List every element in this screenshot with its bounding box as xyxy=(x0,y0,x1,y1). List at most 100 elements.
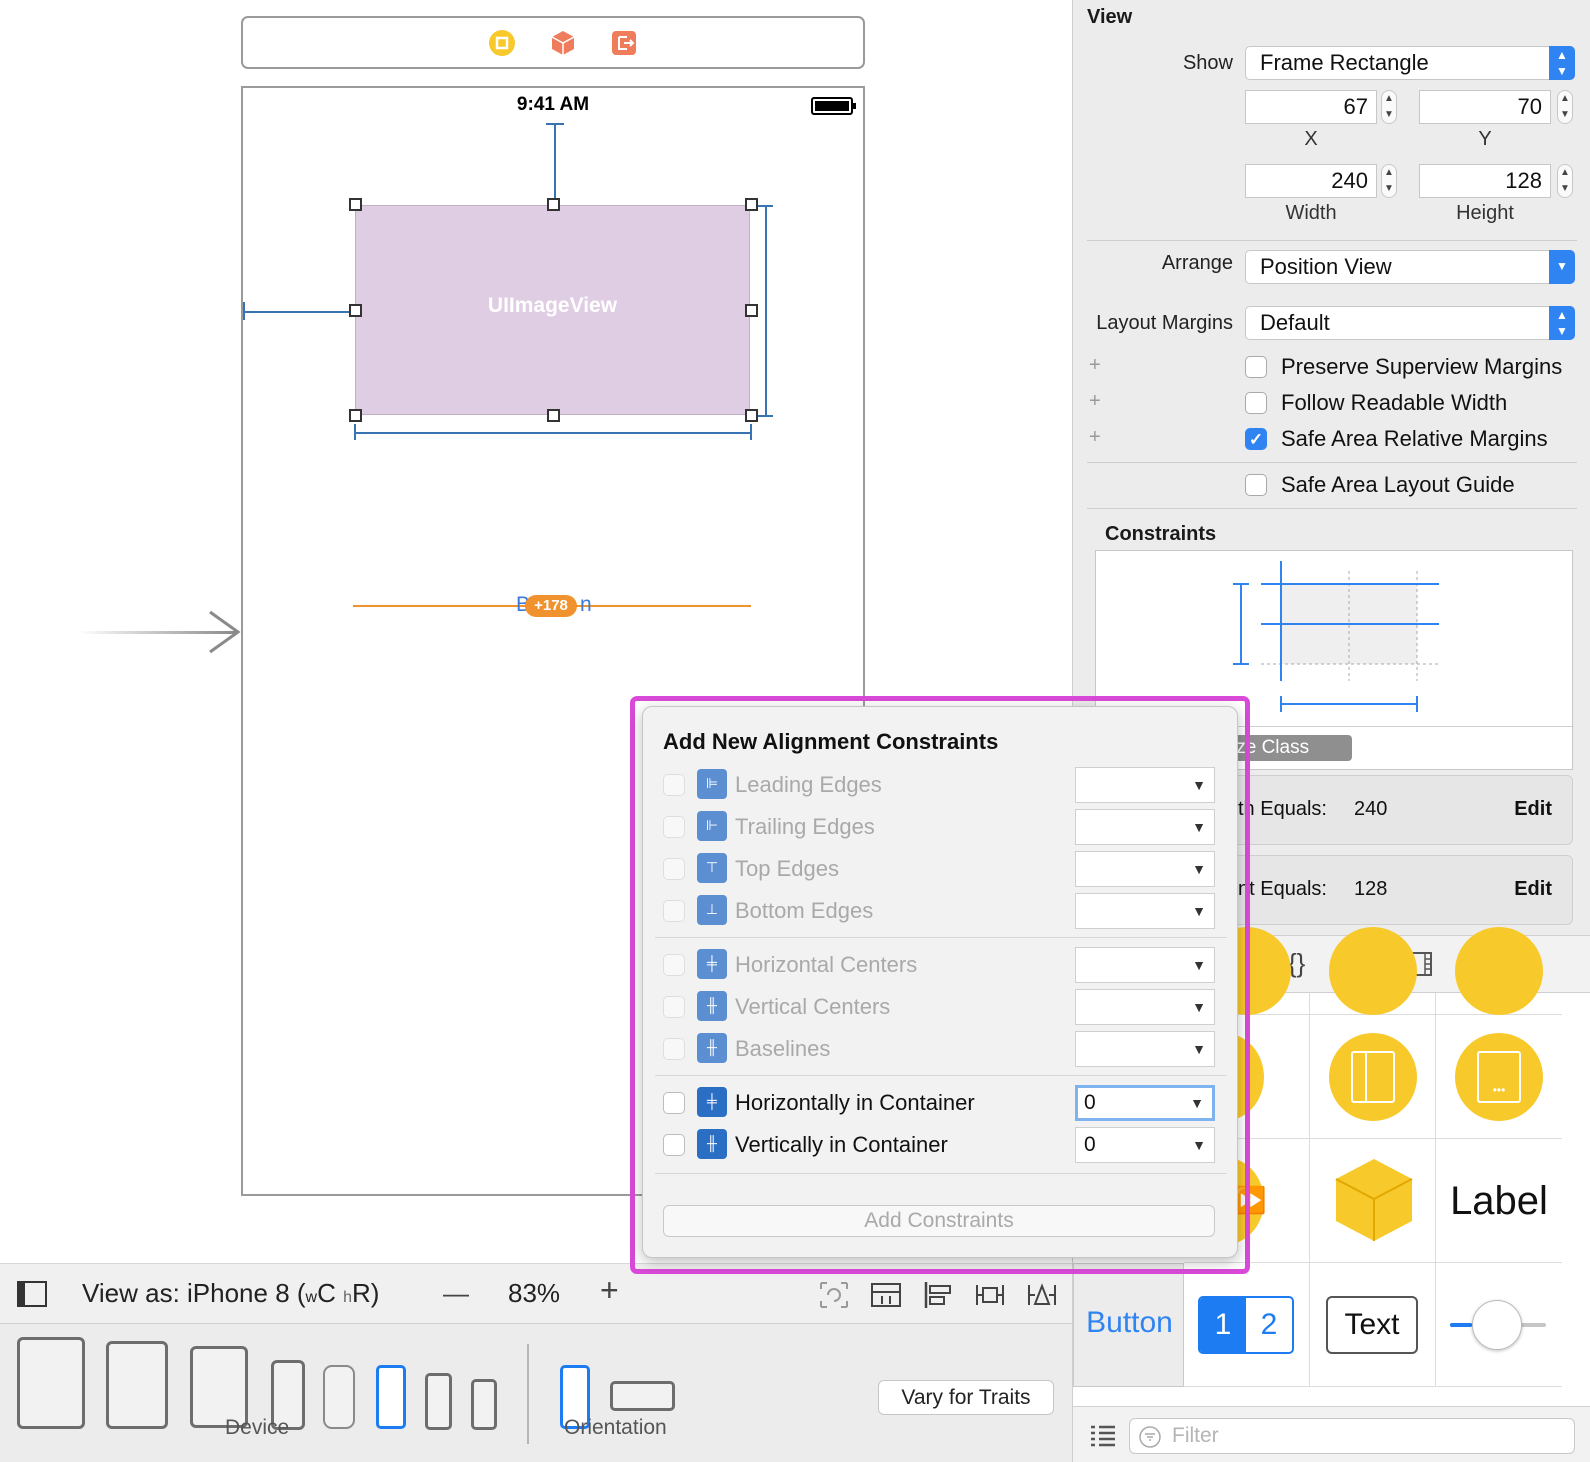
document-outline-toggle-icon[interactable] xyxy=(17,1281,47,1307)
resize-handle[interactable] xyxy=(547,198,560,211)
orientation-landscape[interactable] xyxy=(610,1381,675,1411)
edit-button[interactable]: Edit xyxy=(1514,798,1552,821)
baselines-checkbox[interactable] xyxy=(663,1038,685,1060)
horizontally-in-container-value[interactable]: 0 ▼ xyxy=(1075,1085,1215,1121)
vary-for-traits-button[interactable]: Vary for Traits xyxy=(878,1380,1054,1415)
entry-point-arrow-icon[interactable] xyxy=(78,610,243,656)
orientation-label: Orientation xyxy=(564,1416,667,1439)
add-new-constraints-icon[interactable] xyxy=(974,1280,1006,1310)
library-item-object[interactable] xyxy=(1310,1139,1436,1263)
segmented-control-icon: 1 2 xyxy=(1198,1296,1294,1354)
resize-handle[interactable] xyxy=(745,409,758,422)
y-field[interactable]: 70 xyxy=(1419,90,1551,124)
show-popup[interactable]: Frame Rectangle ▲ ▼ xyxy=(1245,46,1575,80)
baselines-icon: ╫ xyxy=(697,1033,727,1063)
leading-constraint-line[interactable] xyxy=(243,311,355,313)
top-edges-value[interactable]: ▼ xyxy=(1075,851,1215,887)
scene-dock xyxy=(241,16,865,69)
trailing-edges-checkbox[interactable] xyxy=(663,816,685,838)
library-item-page-view-controller[interactable]: ••• xyxy=(1436,1015,1562,1139)
baselines-value[interactable]: ▼ xyxy=(1075,1031,1215,1067)
view-as-label[interactable]: View as: iPhone 8 (wC hR) xyxy=(82,1278,379,1309)
trailing-edges-label: Trailing Edges xyxy=(735,814,875,839)
vertical-centers-value[interactable]: ▼ xyxy=(1075,989,1215,1025)
horizontal-centers-value[interactable]: ▼ xyxy=(1075,947,1215,983)
library-item-split-view-controller[interactable] xyxy=(1310,1015,1436,1139)
bottom-edges-checkbox[interactable] xyxy=(663,900,685,922)
filter-input[interactable]: Filter xyxy=(1129,1418,1575,1454)
device-iphone-se[interactable] xyxy=(425,1373,452,1430)
update-frames-icon[interactable] xyxy=(818,1280,850,1310)
x-stepper[interactable]: ▲ ▼ xyxy=(1381,90,1397,124)
device-ipad-pro-10[interactable] xyxy=(106,1341,168,1429)
library-item-text-field[interactable]: Text xyxy=(1310,1263,1436,1387)
top-constraint-line[interactable] xyxy=(554,123,556,206)
top-edges-row: ⊤ Top Edges ▼ xyxy=(643,851,1239,887)
height-stepper[interactable]: ▲ ▼ xyxy=(1557,164,1573,198)
add-variation-button[interactable]: + xyxy=(1089,426,1101,449)
width-constraint-line[interactable] xyxy=(354,432,752,434)
vertical-centers-checkbox[interactable] xyxy=(663,996,685,1018)
resize-handle[interactable] xyxy=(349,409,362,422)
library-item[interactable] xyxy=(1436,927,1562,1015)
resolve-issues-icon[interactable] xyxy=(1026,1280,1058,1310)
arrange-label: Arrange xyxy=(1161,252,1233,274)
device-configuration-bar: Device Orientation Vary for Traits xyxy=(0,1323,1072,1462)
list-view-icon[interactable] xyxy=(1089,1424,1117,1448)
edit-button[interactable]: Edit xyxy=(1514,878,1552,901)
align-icon[interactable] xyxy=(922,1280,954,1310)
vertically-in-container-value[interactable]: 0 ▼ xyxy=(1075,1127,1215,1163)
height-field[interactable]: 128 xyxy=(1419,164,1551,198)
view-controller-icon[interactable] xyxy=(488,29,516,57)
chevron-down-icon: ▼ xyxy=(1192,861,1206,877)
library-item-segmented-control[interactable]: 1 2 xyxy=(1184,1263,1310,1387)
image-view[interactable]: UIImageView xyxy=(355,205,750,415)
resize-handle[interactable] xyxy=(745,304,758,317)
vertical-centers-row: ╫ Vertical Centers ▼ xyxy=(643,989,1239,1025)
safe-area-relative-label: Safe Area Relative Margins xyxy=(1281,426,1548,451)
device-ipad-pro-12[interactable] xyxy=(17,1337,85,1429)
constraints-title: Constraints xyxy=(1105,523,1217,545)
library-item[interactable] xyxy=(1310,927,1436,1015)
resize-handle[interactable] xyxy=(349,304,362,317)
device-iphone-8[interactable] xyxy=(376,1365,406,1429)
library-item-button[interactable]: Button xyxy=(1073,1263,1184,1387)
height-constraint-line[interactable] xyxy=(765,205,767,417)
zoom-out-button[interactable]: — xyxy=(443,1278,469,1309)
arrange-popup[interactable]: Position View ▼ xyxy=(1245,250,1575,284)
follow-readable-checkbox[interactable] xyxy=(1245,392,1267,414)
stack-view-icon[interactable] xyxy=(870,1280,902,1310)
resize-handle[interactable] xyxy=(547,409,560,422)
library-item-slider[interactable] xyxy=(1436,1263,1562,1387)
top-edges-checkbox[interactable] xyxy=(663,858,685,880)
width-field[interactable]: 240 xyxy=(1245,164,1377,198)
first-responder-icon[interactable] xyxy=(549,29,577,57)
trailing-edges-value[interactable]: ▼ xyxy=(1075,809,1215,845)
layout-margins-popup[interactable]: Default ▲ ▼ xyxy=(1245,306,1575,340)
width-stepper[interactable]: ▲ ▼ xyxy=(1381,164,1397,198)
x-field[interactable]: 67 xyxy=(1245,90,1377,124)
preserve-superview-checkbox[interactable] xyxy=(1245,356,1267,378)
leading-edges-checkbox[interactable] xyxy=(663,774,685,796)
safe-area-relative-checkbox[interactable]: ✓ xyxy=(1245,428,1267,450)
resize-handle[interactable] xyxy=(745,198,758,211)
y-stepper[interactable]: ▲ ▼ xyxy=(1557,90,1573,124)
chevron-down-icon: ▼ xyxy=(1549,250,1575,284)
add-constraints-button[interactable]: Add Constraints xyxy=(663,1205,1215,1237)
vertically-in-container-checkbox[interactable] xyxy=(663,1134,685,1156)
add-variation-button[interactable]: + xyxy=(1089,390,1101,413)
device-iphone-4s[interactable] xyxy=(471,1379,497,1430)
device-iphone-x[interactable] xyxy=(323,1365,355,1429)
zoom-in-button[interactable]: + xyxy=(600,1272,619,1309)
add-variation-button[interactable]: + xyxy=(1089,354,1101,377)
resize-handle[interactable] xyxy=(349,198,362,211)
leading-edges-value[interactable]: ▼ xyxy=(1075,767,1215,803)
bottom-edges-value[interactable]: ▼ xyxy=(1075,893,1215,929)
library-item-label[interactable]: Label xyxy=(1436,1139,1562,1263)
chevron-down-icon: ▼ xyxy=(1192,819,1206,835)
horizontal-centers-checkbox[interactable] xyxy=(663,954,685,976)
horizontally-in-container-checkbox[interactable] xyxy=(663,1092,685,1114)
exit-icon[interactable] xyxy=(610,29,638,57)
safe-area-guide-checkbox[interactable] xyxy=(1245,474,1267,496)
divider xyxy=(655,937,1227,938)
